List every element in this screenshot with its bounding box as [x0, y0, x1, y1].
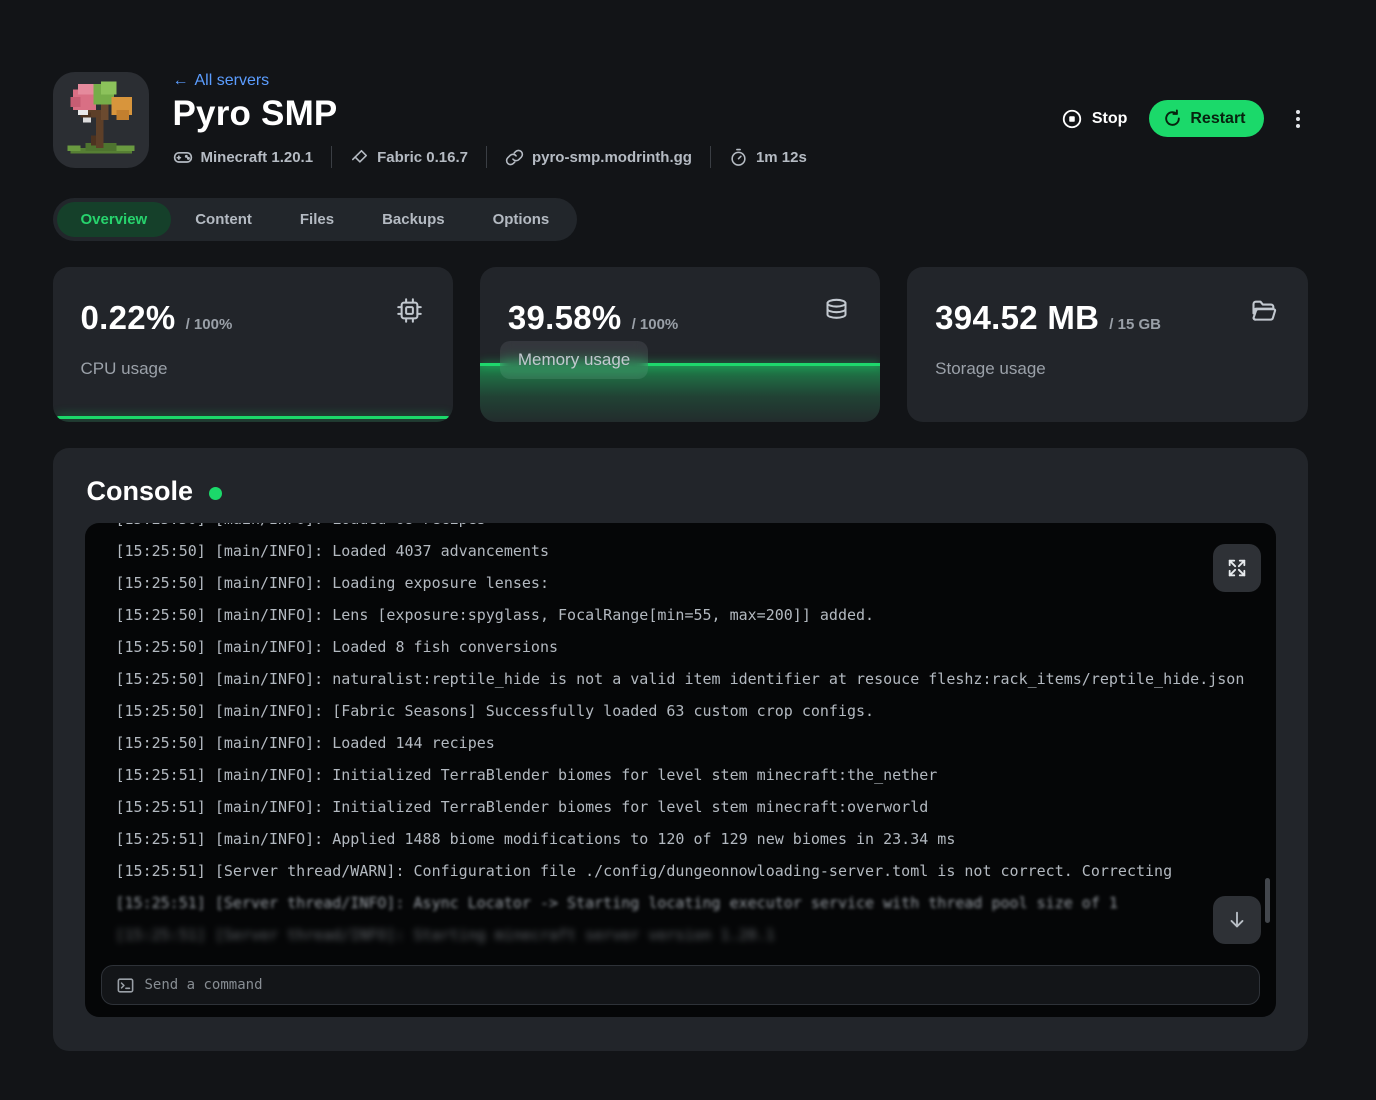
command-bar: [101, 965, 1260, 1005]
tab-content[interactable]: Content: [171, 202, 276, 237]
log-line-blurred: [15:25:51] [Server thread/INFO]: Async L…: [116, 887, 1220, 919]
cpu-usage-graph: [57, 416, 449, 419]
tab-options[interactable]: Options: [469, 202, 574, 237]
cpu-label: CPU usage: [81, 359, 168, 379]
gamepad-icon: [173, 147, 193, 167]
cpu-card: 0.22% / 100% CPU usage: [53, 267, 453, 422]
log-line-blurred: [15:25:51] [Server thread/INFO]: Startin…: [116, 919, 1220, 951]
folder-icon: [1250, 297, 1278, 330]
divider: [486, 146, 487, 168]
meta-label: pyro-smp.modrinth.gg: [532, 149, 692, 166]
server-header: ← All servers Pyro SMP Minecraft 1.20.1 F…: [53, 72, 1308, 168]
page: ← All servers Pyro SMP Minecraft 1.20.1 F…: [53, 0, 1308, 1051]
server-info: ← All servers Pyro SMP Minecraft 1.20.1 F…: [173, 72, 1061, 168]
log-line: [15:25:51] [main/INFO]: Initialized Terr…: [116, 759, 1220, 791]
meta-game-version: Minecraft 1.20.1: [173, 147, 314, 167]
stop-label: Stop: [1092, 110, 1128, 128]
cpu-chip-icon: [396, 297, 423, 329]
cpu-max: / 100%: [186, 316, 233, 333]
log-line: [15:25:51] [Server thread/WARN]: Configu…: [116, 855, 1220, 887]
meta-subdomain: pyro-smp.modrinth.gg: [505, 148, 692, 167]
server-actions: Stop Restart: [1061, 100, 1308, 137]
nav-tabs: Overview Content Files Backups Options: [53, 198, 578, 241]
console-output[interactable]: [15:25:50] [main/INFO]: Loaded 68 recipe…: [85, 523, 1276, 1017]
terminal-icon: [116, 976, 135, 995]
meta-uptime: 1m 12s: [729, 148, 807, 167]
memory-value: 39.58%: [508, 299, 622, 337]
log-line: [15:25:50] [main/INFO]: Loaded 4037 adva…: [116, 535, 1220, 567]
log-line: [15:25:50] [main/INFO]: Loaded 8 fish co…: [116, 631, 1220, 663]
divider: [331, 146, 332, 168]
fullscreen-button[interactable]: [1213, 544, 1261, 592]
database-icon: [823, 297, 850, 329]
meta-label: Fabric 0.16.7: [377, 149, 468, 166]
cpu-value: 0.22%: [81, 299, 176, 337]
stop-icon: [1061, 108, 1083, 130]
server-meta: Minecraft 1.20.1 Fabric 0.16.7 pyro-smp.…: [173, 146, 1061, 168]
log-line: [15:25:50] [main/INFO]: Loading exposure…: [116, 567, 1220, 599]
tab-overview[interactable]: Overview: [57, 202, 172, 237]
tab-backups[interactable]: Backups: [358, 202, 469, 237]
stopwatch-icon: [729, 148, 748, 167]
page-title: Pyro SMP: [173, 94, 1061, 134]
log-line: [15:25:50] [main/INFO]: Loaded 68 recipe…: [116, 523, 1220, 535]
server-running-status-dot: [209, 487, 222, 500]
more-options-button[interactable]: [1288, 101, 1308, 137]
memory-card: 39.58% / 100% Memory usage: [480, 267, 880, 422]
link-icon: [505, 148, 524, 167]
memory-max: / 100%: [632, 316, 679, 333]
console-log: [15:25:50] [main/INFO]: Loaded 68 recipe…: [85, 523, 1276, 955]
log-line: [15:25:51] [main/INFO]: Applied 1488 bio…: [116, 823, 1220, 855]
storage-label: Storage usage: [935, 359, 1046, 379]
log-line: [15:25:50] [main/INFO]: naturalist:repti…: [116, 663, 1220, 695]
restart-button[interactable]: Restart: [1149, 100, 1263, 137]
log-line: [15:25:50] [main/INFO]: Lens [exposure:s…: [116, 599, 1220, 631]
meta-label: Minecraft 1.20.1: [201, 149, 314, 166]
storage-max: / 15 GB: [1109, 316, 1161, 333]
command-input[interactable]: [145, 977, 1245, 993]
log-line: [15:25:50] [main/INFO]: [Fabric Seasons]…: [116, 695, 1220, 727]
storage-value: 394.52 MB: [935, 299, 1099, 337]
scroll-to-bottom-button[interactable]: [1213, 896, 1261, 944]
console-panel: Console [15:25:50] [main/INFO]: Loaded 6…: [53, 448, 1308, 1051]
loader-icon: [350, 148, 369, 167]
console-title: Console: [87, 476, 194, 507]
divider: [710, 146, 711, 168]
meta-loader: Fabric 0.16.7: [350, 148, 468, 167]
stop-button[interactable]: Stop: [1061, 108, 1128, 130]
restart-label: Restart: [1190, 110, 1245, 128]
log-lines: [15:25:50] [main/INFO]: Loaded 4037 adva…: [116, 535, 1220, 887]
storage-card: 394.52 MB / 15 GB Storage usage: [907, 267, 1307, 422]
all-servers-label: All servers: [195, 72, 270, 90]
kebab-icon: [1296, 110, 1300, 114]
console-scrollbar[interactable]: [1265, 878, 1270, 923]
log-line: [15:25:51] [main/INFO]: Initialized Terr…: [116, 791, 1220, 823]
seasons-tree-icon: [60, 79, 142, 161]
expand-icon: [1226, 557, 1248, 579]
tab-files[interactable]: Files: [276, 202, 358, 237]
meta-label: 1m 12s: [756, 149, 807, 166]
all-servers-link[interactable]: ← All servers: [173, 72, 270, 90]
server-avatar: [53, 72, 149, 168]
log-line: [15:25:50] [main/INFO]: Loaded 144 recip…: [116, 727, 1220, 759]
back-arrow-icon: ←: [173, 72, 189, 90]
stat-cards: 0.22% / 100% CPU usage 39.58% / 100%: [53, 267, 1308, 422]
memory-label: Memory usage: [500, 341, 648, 379]
restart-icon: [1163, 109, 1182, 128]
arrow-down-icon: [1226, 909, 1248, 931]
